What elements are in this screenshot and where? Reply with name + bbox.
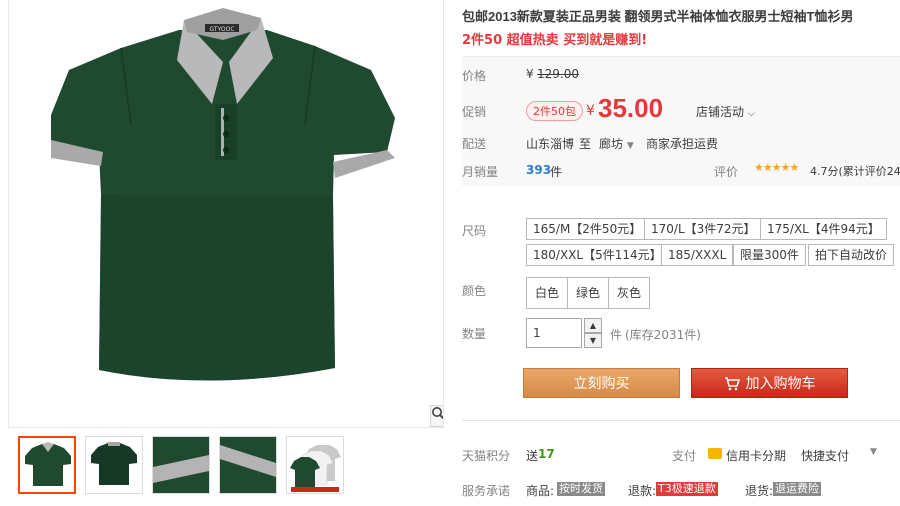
promo-badge: 2件50包 — [526, 101, 583, 121]
color-option-green[interactable]: 绿色 — [567, 277, 610, 309]
thumbnail-collar-detail[interactable] — [219, 436, 277, 494]
chevron-down-icon: ⌵ — [747, 109, 755, 119]
size-option-185[interactable]: 185/XXXL — [661, 244, 734, 266]
product-info-panel: 包邮2013新款夏装正品男装 翻领男式半袖体恤衣服男士短袖T恤衫男 2件50 超… — [462, 0, 900, 506]
price-panel: 价格 ¥ 129.00 促销 2件50包 ¥ 35.00 店铺活动 ⌵ 配送 山… — [462, 56, 900, 186]
magnifier-icon — [432, 407, 443, 420]
green-polo-shirt-image: GTYOOC — [51, 8, 395, 381]
rating-text[interactable]: 4.7分(累计评价24 — [810, 163, 900, 179]
delivery-label: 配送 — [462, 137, 487, 151]
color-option-gray[interactable]: 灰色 — [608, 277, 651, 309]
shipping-info: 商家承担运费 — [646, 137, 719, 151]
add-to-cart-button[interactable]: 加入购物车 — [691, 368, 848, 398]
points-value: 17 — [538, 447, 555, 461]
size-option-170[interactable]: 170/L【3件72元】 — [644, 218, 763, 240]
quick-pay-link[interactable]: 快捷支付 — [801, 447, 849, 464]
delivery-to-word: 至 — [579, 137, 592, 151]
size-option-175[interactable]: 175/XL【4件94元】 — [760, 218, 887, 240]
delivery-destination-dropdown[interactable]: 廊坊 ▼ — [599, 135, 634, 152]
caret-down-icon: ▼ — [626, 141, 634, 151]
color-option-white[interactable]: 白色 — [526, 277, 569, 309]
thumbnail-strip — [8, 430, 444, 506]
monthly-sales-count: 393 — [526, 163, 552, 177]
cart-icon — [724, 377, 740, 391]
color-label: 颜色 — [462, 284, 487, 298]
quantity-label: 数量 — [462, 327, 487, 341]
payment-dropdown-caret-icon[interactable]: ▼ — [870, 447, 877, 457]
monthly-sales-unit: 件 — [550, 165, 563, 179]
promo-price: 35.00 — [598, 93, 664, 123]
thumbnail-back[interactable] — [85, 436, 143, 494]
rating-label: 评价 — [714, 165, 739, 179]
thumbnail-cuff-detail[interactable] — [152, 436, 210, 494]
points-label: 天猫积分 — [462, 449, 511, 463]
delivery-from: 山东淄博 — [526, 137, 575, 151]
service-label: 服务承诺 — [462, 484, 511, 498]
price-label: 价格 — [462, 69, 487, 83]
collar-brand-label: GTYOOC — [209, 26, 234, 33]
original-price: 129.00 — [537, 67, 579, 81]
zoom-button[interactable] — [430, 405, 443, 427]
product-subtitle: 2件50 超值热卖 买到就是赚到! — [462, 33, 648, 48]
size-option-165[interactable]: 165/M【2件50元】 — [526, 218, 649, 240]
size-option-auto-price[interactable]: 拍下自动改价 — [808, 244, 895, 266]
promo-currency: ¥ — [586, 103, 595, 119]
product-title: 包邮2013新款夏装正品男装 翻领男式半袖体恤衣服男士短袖T恤衫男 — [462, 9, 854, 24]
store-activity-label: 店铺活动 — [696, 105, 745, 119]
delivery-destination: 廊坊 — [599, 137, 624, 151]
thumbnail-color-variants[interactable] — [286, 436, 344, 494]
monthly-sales-label: 月销量 — [462, 165, 499, 179]
service-refund-label: 退款: — [628, 484, 657, 498]
caret-up-icon: ▲ — [589, 321, 597, 330]
caret-down-icon: ▼ — [589, 336, 597, 345]
payment-label: 支付 — [672, 449, 697, 463]
quantity-input[interactable] — [526, 318, 582, 348]
buy-now-label: 立刻购买 — [573, 376, 630, 392]
service-return-label: 退货: — [745, 484, 774, 498]
service-refund-tag[interactable]: T3极速退款 — [656, 482, 718, 496]
points-send: 送 — [526, 449, 539, 463]
quantity-decrease-button[interactable]: ▼ — [584, 333, 602, 348]
credit-installment-link[interactable]: 信用卡分期 — [726, 447, 786, 464]
quantity-unit: 件 — [610, 328, 623, 342]
size-option-180[interactable]: 180/XXL【5件114元】 — [526, 244, 669, 266]
service-goods-tag[interactable]: 按时发货 — [557, 482, 605, 496]
credit-card-icon — [708, 448, 722, 459]
service-return-tag[interactable]: 退运费险 — [773, 482, 821, 496]
section-divider — [462, 420, 900, 421]
stock-info: (库存2031件) — [625, 328, 701, 342]
add-to-cart-label: 加入购物车 — [745, 376, 816, 392]
quantity-increase-button[interactable]: ▲ — [584, 318, 602, 333]
rating-stars-icon: ★★★★★ — [754, 161, 799, 174]
thumbnail-front[interactable] — [18, 436, 76, 494]
service-goods-label: 商品: — [526, 484, 555, 498]
promo-label: 促销 — [462, 105, 487, 119]
store-activity-dropdown[interactable]: 店铺活动 ⌵ — [696, 103, 755, 120]
price-currency: ¥ — [526, 67, 534, 81]
size-label: 尺码 — [462, 224, 487, 238]
main-product-image[interactable]: GTYOOC — [8, 0, 444, 428]
size-option-limited[interactable]: 限量300件 — [733, 244, 806, 266]
buy-now-button[interactable]: 立刻购买 — [523, 368, 680, 398]
